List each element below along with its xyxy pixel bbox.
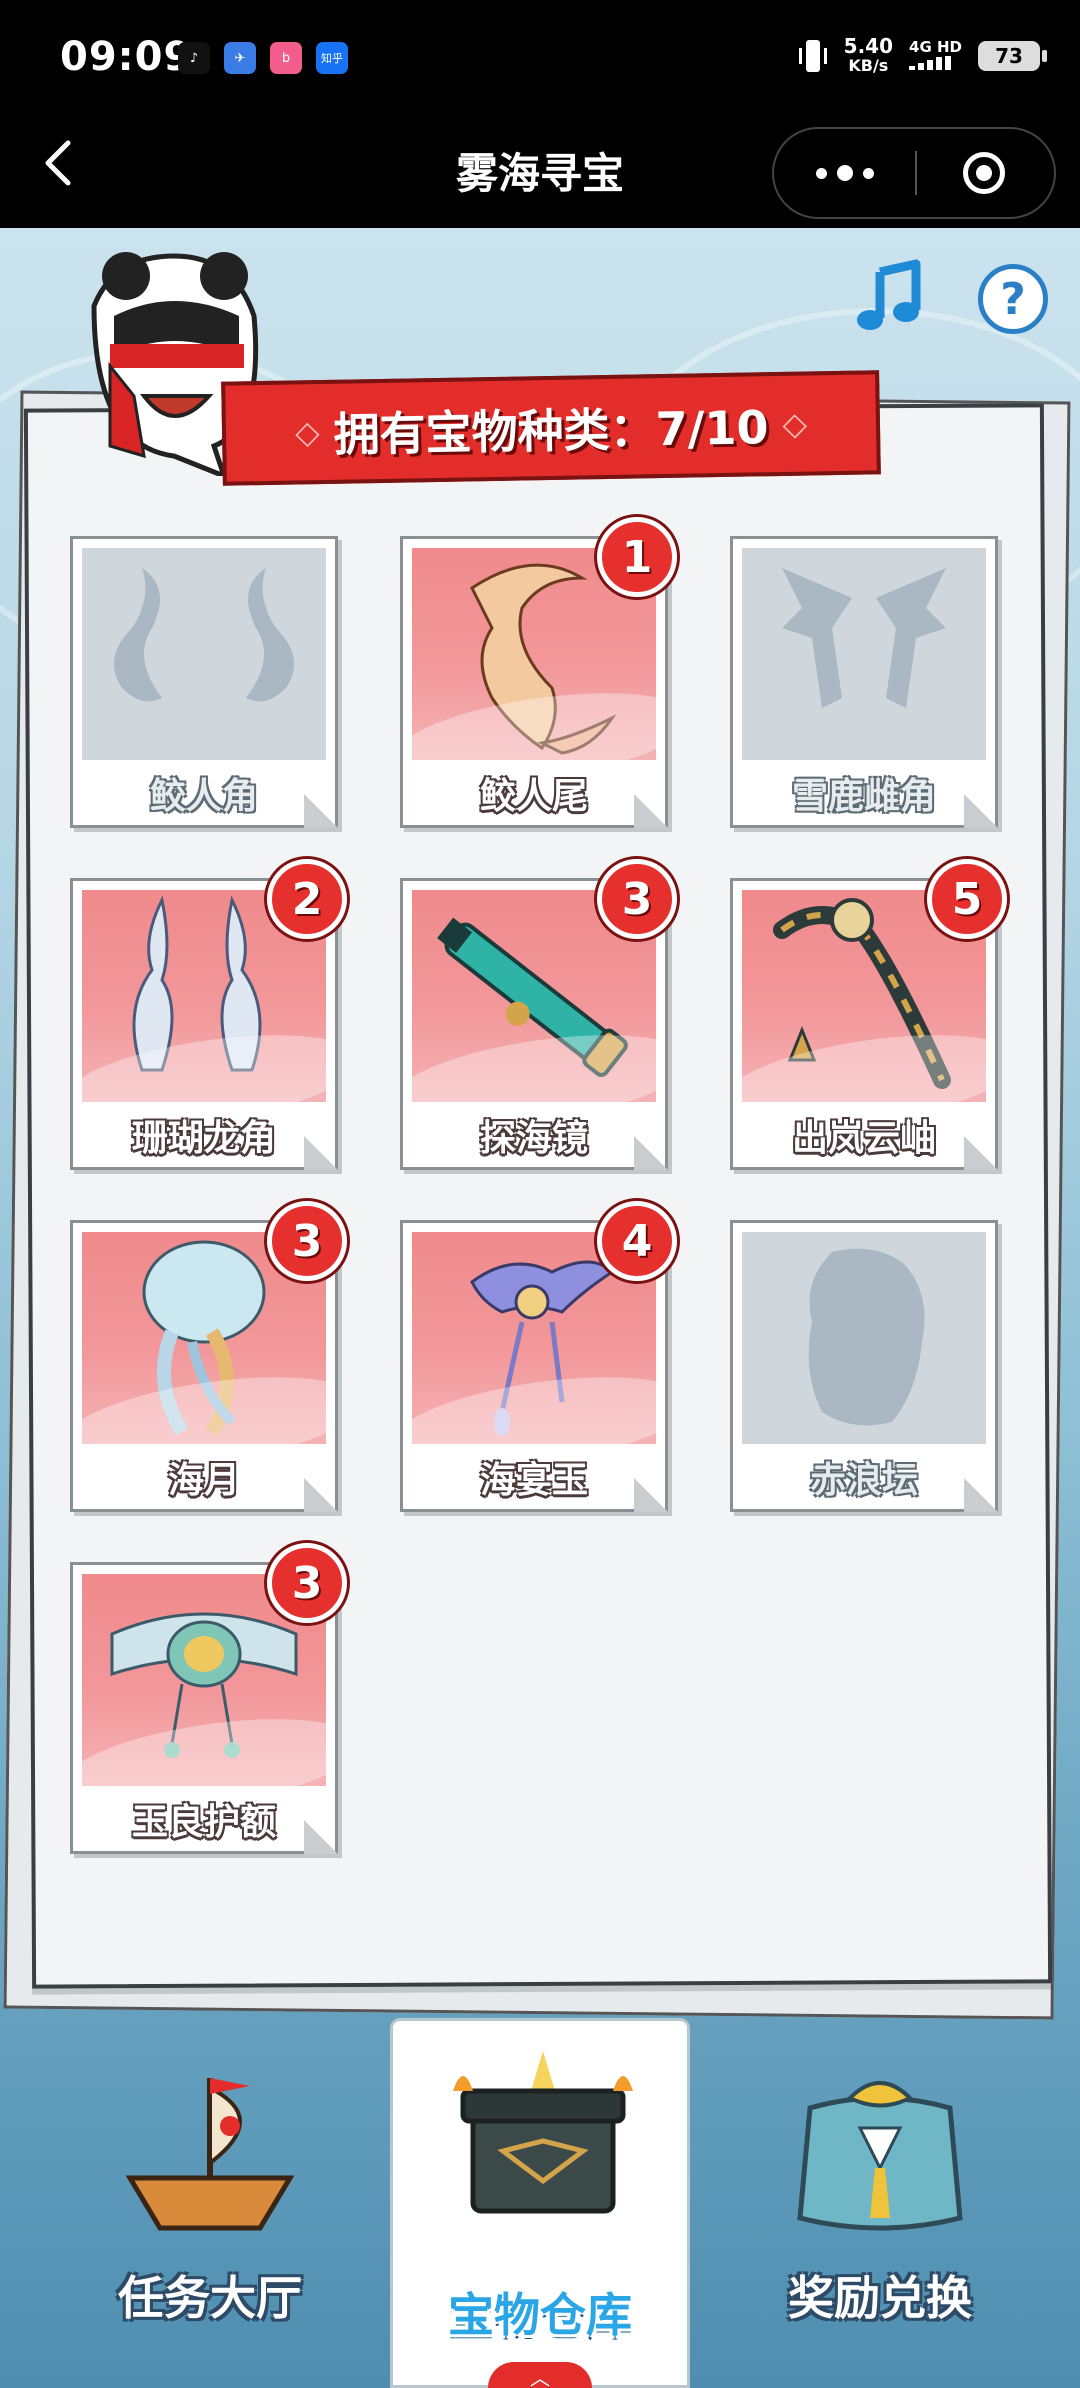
treasure-art — [742, 1232, 986, 1444]
treasure-card[interactable]: 探海镜 3 — [400, 859, 677, 1170]
treasure-name: 海月 — [167, 1460, 240, 1501]
more-dot-icon — [862, 167, 874, 179]
treasure-art — [82, 548, 326, 760]
treasure-card[interactable]: 海宴玉 4 — [400, 1201, 677, 1512]
count-badge: 5 — [927, 859, 1007, 939]
tab-label: 奖励兑换 — [788, 2271, 972, 2325]
page-fold — [634, 1136, 668, 1170]
count-badge: 3 — [267, 1201, 347, 1281]
vibrate-icon — [798, 40, 827, 72]
treasure-name: 海宴玉 — [479, 1460, 588, 1501]
network-type: 4G HD — [909, 37, 962, 56]
treasure-card[interactable]: 玉良护额 3 — [70, 1543, 347, 1854]
signal-indicator: 4G HD — [909, 37, 962, 74]
more-dot-icon — [815, 167, 827, 179]
network-speed: 5.40 KB/s — [844, 36, 893, 76]
count-badge: 3 — [597, 859, 677, 939]
tiktok-icon: ♪ — [178, 42, 210, 74]
feishu-icon: ✈ — [224, 42, 256, 74]
treasure-name: 珊瑚龙角 — [131, 1118, 276, 1159]
count-badge: 1 — [597, 517, 677, 597]
treasure-art — [742, 548, 986, 760]
page-fold — [304, 1820, 338, 1854]
page-fold — [634, 794, 668, 828]
treasure-card[interactable]: 海月 3 — [70, 1201, 347, 1512]
chevron-left-icon: ◇ — [294, 413, 320, 452]
page-fold — [964, 1136, 998, 1170]
treasure-card[interactable]: 赤浪坛 — [730, 1220, 998, 1512]
treasure-card[interactable]: 鲛人角 — [70, 536, 338, 828]
treasure-name: 出岚云岫 — [791, 1118, 936, 1159]
count-badge: 4 — [597, 1201, 677, 1281]
treasure-name: 鲛人尾 — [479, 776, 588, 817]
signal-bars-icon — [909, 55, 952, 70]
music-icon[interactable] — [850, 258, 930, 338]
treasure-name: 探海镜 — [479, 1118, 588, 1159]
status-bar: 09:09 ♪ ✈ b 知乎 5.40 KB/s 4G HD 73 — [0, 0, 1080, 115]
close-button[interactable] — [913, 129, 1054, 217]
page-fold — [304, 1478, 338, 1512]
count-badge: 3 — [267, 1543, 347, 1623]
active-tab-indicator: ︿ — [488, 2362, 592, 2388]
treasure-card[interactable]: 珊瑚龙角 2 — [70, 859, 347, 1170]
more-dot-icon — [836, 165, 853, 181]
bottom-tab-bar: 任务大厅 宝物仓库 奖励兑换 ︿ — [0, 2018, 1080, 2388]
help-button[interactable]: ? — [978, 264, 1048, 334]
treasure-name: 玉良护额 — [131, 1802, 276, 1843]
treasure-card[interactable]: 鲛人尾 1 — [400, 517, 677, 828]
question-icon: ? — [1000, 273, 1026, 325]
treasure-card[interactable]: 出岚云岫 5 — [730, 859, 1007, 1170]
page-fold — [964, 1478, 998, 1512]
tab-label: 宝物仓库 — [448, 2288, 632, 2342]
page-fold — [964, 794, 998, 828]
status-app-icons: ♪ ✈ b 知乎 — [178, 42, 348, 74]
antler-silhouette-icon — [782, 568, 946, 708]
jar-silhouette-icon — [808, 1248, 925, 1426]
zhihu-icon: 知乎 — [316, 42, 348, 74]
tab-label: 任务大厅 — [118, 2271, 302, 2325]
page-fold — [304, 794, 338, 828]
treasure-chest-icon — [453, 2051, 633, 2214]
tab-reward-exchange[interactable]: 奖励兑换 — [730, 2038, 1030, 2368]
target-icon — [962, 152, 1005, 194]
page-fold — [634, 1478, 668, 1512]
treasure-name: 赤浪坛 — [809, 1460, 918, 1501]
treasure-name: 雪鹿雌角 — [791, 776, 936, 817]
count-badge: 2 — [267, 859, 347, 939]
status-time: 09:09 — [60, 34, 193, 80]
collection-banner: ◇ 拥有宝物种类：7/10 ◇ — [221, 370, 881, 486]
tab-task-hall[interactable]: 任务大厅 — [60, 2038, 360, 2368]
boat-icon — [125, 2078, 295, 2231]
collection-count-text: 拥有宝物种类：7/10 — [333, 400, 769, 462]
nav-bar: 雾海寻宝 — [0, 115, 1080, 228]
tab-treasure-warehouse[interactable]: 宝物仓库 — [390, 2018, 690, 2388]
treasure-card[interactable]: 雪鹿雌角 — [730, 536, 998, 828]
more-button[interactable] — [774, 129, 915, 217]
bilibili-icon: b — [270, 42, 302, 74]
gift-bag-icon — [797, 2081, 963, 2231]
chevron-right-icon: ◇ — [782, 404, 808, 443]
treasure-name: 鲛人角 — [149, 776, 258, 817]
speed-unit: KB/s — [848, 56, 889, 75]
speed-value: 5.40 — [843, 34, 894, 58]
page-fold — [304, 1136, 338, 1170]
horn-silhouette-icon — [114, 568, 294, 702]
battery-icon: 73 — [978, 41, 1047, 71]
mini-program-capsule — [772, 127, 1056, 219]
game-area: ? ◇ 拥有宝物种类：7/10 ◇ 鲛人角 鲛人尾 1 雪鹿雌角 珊瑚龙角 2 … — [0, 228, 1080, 2388]
